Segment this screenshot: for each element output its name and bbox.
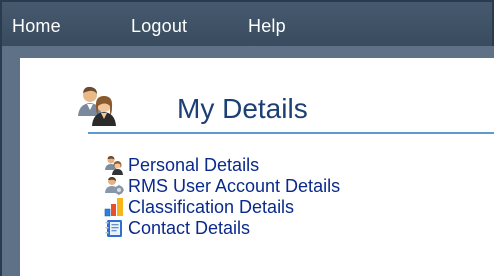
top-nav-bar: Home Logout Help bbox=[2, 2, 492, 46]
contact-details-link[interactable]: Contact Details bbox=[104, 217, 250, 239]
classification-details-link[interactable]: Classification Details bbox=[104, 196, 294, 218]
link-label: Contact Details bbox=[128, 217, 251, 238]
classification-icon bbox=[104, 198, 123, 217]
user-account-icon bbox=[105, 176, 124, 196]
title-divider bbox=[88, 132, 494, 134]
link-label: Personal Details bbox=[128, 154, 260, 175]
personal-details-link[interactable]: Personal Details bbox=[104, 154, 259, 176]
content-top-stripe bbox=[20, 46, 494, 58]
rms-user-account-details-link[interactable]: RMS User Account Details bbox=[104, 175, 340, 197]
contacts-book-icon bbox=[105, 220, 122, 237]
nav-help-link[interactable]: Help bbox=[248, 16, 286, 37]
users-icon bbox=[78, 86, 116, 126]
link-label: RMS User Account Details bbox=[128, 175, 341, 196]
personal-details-icon bbox=[105, 155, 123, 175]
page-title: My Details bbox=[177, 93, 308, 124]
nav-home-link[interactable]: Home bbox=[12, 16, 61, 37]
link-label: Classification Details bbox=[128, 196, 295, 217]
nav-logout-link[interactable]: Logout bbox=[131, 16, 187, 37]
left-sidebar-strip bbox=[2, 46, 20, 276]
